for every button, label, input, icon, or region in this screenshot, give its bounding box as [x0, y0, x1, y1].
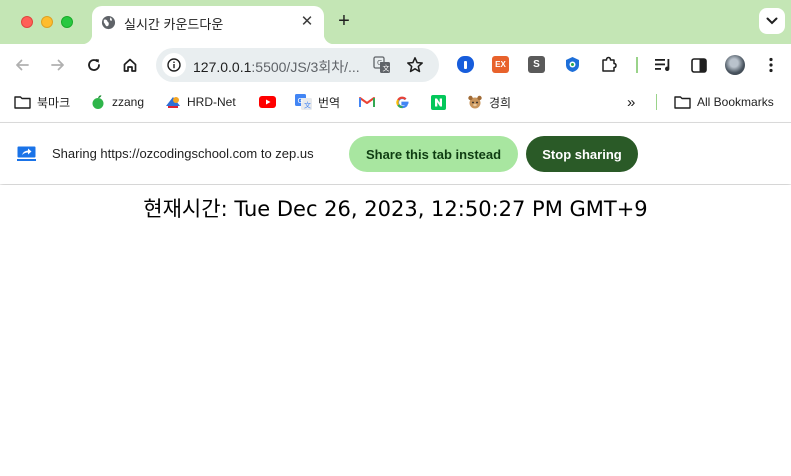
svg-text:G: G	[298, 97, 303, 105]
bookmark-label: 북마크	[37, 95, 71, 110]
window-maximize-button[interactable]	[61, 16, 73, 28]
toolbar-divider	[636, 57, 638, 73]
bookmark-kyunghee[interactable]: 경희	[467, 94, 511, 110]
active-tab[interactable]: 실시간 카운드다운 ✕	[82, 6, 334, 44]
naver-icon	[431, 94, 446, 110]
svg-text:文: 文	[304, 101, 311, 110]
url-host: 127.0.0.1	[193, 59, 252, 75]
google-icon	[395, 95, 410, 110]
reload-icon	[88, 59, 100, 71]
side-panel-button[interactable]	[687, 53, 711, 77]
toolbar: 127.0.0.1:5500/JS/3회차/... G 文 EX S	[0, 44, 791, 86]
s-extension-icon[interactable]: S	[528, 56, 545, 73]
all-bookmarks-button[interactable]: All Bookmarks	[674, 94, 774, 110]
page-content: 현재시간: Tue Dec 26, 2023, 12:50:27 PM GMT+…	[0, 185, 791, 476]
tab-title: 실시간 카운드다운	[124, 17, 224, 32]
home-button[interactable]	[118, 53, 142, 77]
youtube-icon	[259, 96, 276, 108]
bookmarks-bar: 북마크 zzang HRD-Net G文 번역 경희 » All Bookmar…	[0, 86, 791, 119]
address-bar[interactable]: 127.0.0.1:5500/JS/3회차/... G 文	[156, 48, 439, 82]
extensions-menu-button[interactable]	[600, 56, 617, 73]
hrd-icon	[165, 94, 181, 110]
url-path: :5500/JS/3회차/...	[251, 59, 360, 75]
bookmark-hrd-net[interactable]: HRD-Net	[165, 94, 236, 110]
screen-share-icon	[17, 146, 36, 161]
profile-avatar[interactable]	[725, 55, 745, 75]
shield-extension-icon[interactable]	[564, 56, 581, 73]
forward-arrow-icon	[51, 59, 64, 71]
back-button[interactable]	[10, 53, 34, 77]
chevron-down-icon	[766, 17, 778, 25]
folder-icon	[674, 95, 691, 109]
bookmark-youtube[interactable]	[259, 94, 282, 110]
bookmark-google[interactable]	[395, 94, 416, 110]
url-text[interactable]: 127.0.0.1:5500/JS/3회차/...	[193, 57, 360, 77]
bookmark-label: 번역	[318, 95, 341, 110]
bookmark-naver[interactable]	[431, 94, 452, 110]
bookmark-label: zzang	[112, 95, 145, 109]
s-extension-label: S	[533, 59, 540, 70]
new-tab-button[interactable]: +	[333, 10, 355, 32]
puzzle-icon	[602, 56, 617, 72]
bookmark-folder-bukmark[interactable]: 북마크	[14, 94, 70, 110]
kebab-menu-icon	[769, 57, 773, 73]
khu-icon	[467, 94, 483, 110]
share-this-tab-button[interactable]: Share this tab instead	[349, 136, 518, 172]
bookmark-gmail[interactable]	[359, 94, 381, 110]
bitwarden-extension-icon[interactable]	[457, 56, 474, 73]
translate-icon: G 文	[373, 56, 390, 73]
window-close-button[interactable]	[21, 16, 33, 28]
gmail-icon	[359, 96, 375, 108]
svg-text:文: 文	[383, 64, 390, 73]
site-info-button[interactable]	[162, 53, 186, 77]
bookmark-label: HRD-Net	[187, 95, 236, 109]
bookmark-translate[interactable]: G文 번역	[295, 94, 340, 110]
ex-extension-label: EX	[495, 60, 506, 69]
globe-icon	[101, 15, 116, 30]
double-chevron-icon: »	[627, 93, 636, 111]
reload-button[interactable]	[82, 53, 106, 77]
current-time-text: 현재시간: Tue Dec 26, 2023, 12:50:27 PM GMT+…	[143, 197, 648, 221]
window-minimize-button[interactable]	[41, 16, 53, 28]
site-info-icon	[167, 58, 181, 72]
media-controls-button[interactable]	[651, 53, 675, 77]
tab-close-button[interactable]: ✕	[297, 12, 317, 32]
bookmarks-divider	[656, 94, 657, 110]
star-icon	[407, 57, 423, 73]
apple-icon	[90, 94, 106, 110]
stop-sharing-button[interactable]: Stop sharing	[526, 136, 638, 172]
forward-button[interactable]	[46, 53, 70, 77]
google-translate-icon: G文	[295, 94, 312, 110]
chrome-menu-button[interactable]	[759, 53, 783, 77]
bookmark-label: 경희	[489, 95, 512, 110]
tab-search-button[interactable]	[759, 8, 785, 34]
back-arrow-icon	[16, 59, 29, 71]
media-queue-icon	[654, 59, 669, 71]
all-bookmarks-label: All Bookmarks	[697, 95, 774, 109]
sharing-message: Sharing https://ozcodingschool.com to ze…	[52, 146, 314, 161]
ex-extension-icon[interactable]: EX	[492, 56, 509, 73]
bookmark-star-button[interactable]	[405, 55, 425, 75]
bookmark-zzang[interactable]: zzang	[90, 94, 144, 110]
folder-icon	[14, 95, 31, 109]
bookmarks-overflow-button[interactable]: »	[627, 93, 636, 111]
tab-strip: 실시간 카운드다운 ✕ +	[0, 0, 791, 44]
translate-button[interactable]: G 文	[372, 55, 392, 75]
home-icon	[123, 58, 137, 72]
screen-sharing-infobar: Sharing https://ozcodingschool.com to ze…	[0, 122, 791, 184]
side-panel-icon	[691, 57, 707, 73]
shield-icon	[566, 57, 579, 72]
bitwarden-glyph	[464, 60, 467, 69]
